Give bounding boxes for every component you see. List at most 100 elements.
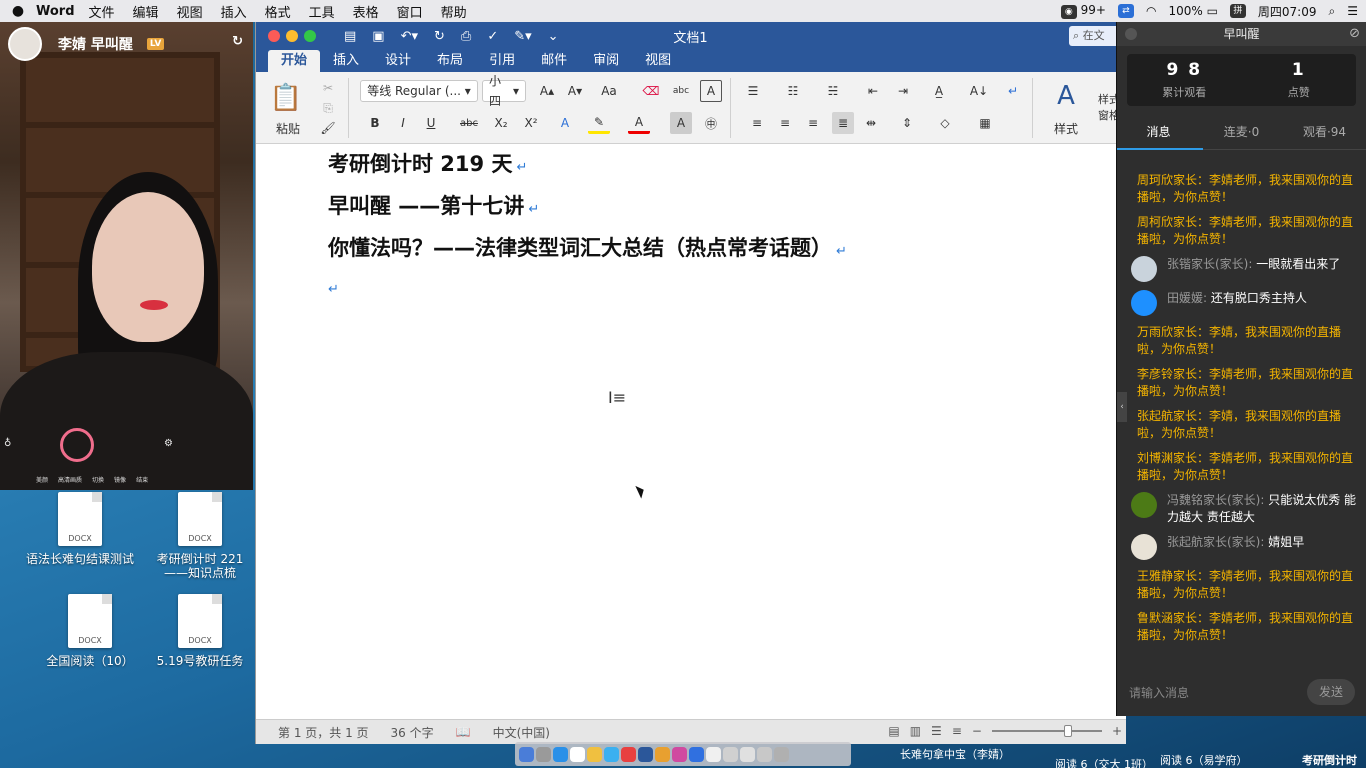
edit-icon[interactable]: ✎▾ bbox=[514, 29, 531, 44]
menu-format[interactable]: 格式 bbox=[265, 2, 291, 21]
tab-layout[interactable]: 布局 bbox=[424, 50, 476, 72]
font-name-select[interactable]: 等线 Regular (... ▾ bbox=[360, 80, 478, 102]
desktop-file[interactable]: 语法长难句结课测试 bbox=[25, 492, 135, 566]
desktop-file[interactable]: 5.19号教研任务 bbox=[145, 594, 255, 668]
desktop-file[interactable]: 考研倒计时 221 ——知识点梳 bbox=[145, 492, 255, 580]
sidebar-icon[interactable]: ▤ bbox=[344, 29, 356, 44]
borders-icon[interactable]: ▦ bbox=[974, 112, 996, 134]
language[interactable]: 中文(中国) bbox=[493, 724, 550, 741]
format-painter-icon[interactable]: 🖌 bbox=[320, 120, 336, 136]
music-icon[interactable] bbox=[672, 746, 687, 762]
paste-icon[interactable]: 📋 bbox=[266, 78, 306, 118]
document-icon[interactable] bbox=[706, 746, 721, 762]
change-case-icon[interactable]: Aa bbox=[598, 80, 620, 102]
send-button[interactable]: 发送 bbox=[1307, 679, 1355, 705]
control-quality[interactable]: 高清画质 bbox=[58, 475, 82, 484]
menu-view[interactable]: 视图 bbox=[177, 2, 203, 21]
align-right-icon[interactable]: ≡ bbox=[802, 112, 824, 134]
minimize-button[interactable] bbox=[286, 30, 298, 42]
document-icon[interactable] bbox=[757, 746, 772, 762]
document-icon[interactable] bbox=[723, 746, 738, 762]
save-icon[interactable]: ▣ bbox=[372, 29, 384, 44]
close-icon[interactable]: ⊘ bbox=[1349, 22, 1360, 46]
message-input[interactable]: 请输入消息 bbox=[1129, 684, 1307, 701]
show-marks-icon[interactable]: ↵ bbox=[1002, 80, 1024, 102]
calendar-icon[interactable] bbox=[570, 746, 585, 762]
phonetic-guide-icon[interactable]: abc bbox=[670, 80, 692, 102]
strikethrough-button[interactable]: abc bbox=[458, 112, 480, 134]
justify-icon[interactable]: ≣ bbox=[832, 112, 854, 134]
font-color-icon[interactable]: A bbox=[628, 112, 650, 134]
document-icon[interactable] bbox=[740, 746, 755, 762]
clock[interactable]: 周四07:09 bbox=[1258, 3, 1317, 20]
redo-icon[interactable]: ↻ bbox=[434, 29, 445, 44]
tab-references[interactable]: 引用 bbox=[476, 50, 528, 72]
zoom-button[interactable] bbox=[304, 30, 316, 42]
shrink-font-icon[interactable]: A▾ bbox=[564, 80, 586, 102]
photos-icon[interactable] bbox=[587, 746, 602, 762]
tab-co-host[interactable]: 连麦·0 bbox=[1200, 123, 1283, 140]
finder-icon[interactable] bbox=[519, 746, 534, 762]
zoom-slider[interactable] bbox=[991, 725, 1102, 737]
grow-font-icon[interactable]: A▴ bbox=[536, 80, 558, 102]
menu-table[interactable]: 表格 bbox=[353, 2, 379, 21]
superscript-button[interactable]: X² bbox=[520, 112, 542, 134]
refresh-icon[interactable]: ↻ bbox=[232, 34, 243, 49]
search-icon[interactable]: ⌕ bbox=[1329, 4, 1336, 19]
settings-icon[interactable]: ⚙ bbox=[164, 438, 173, 449]
align-center-icon[interactable]: ≡ bbox=[774, 112, 796, 134]
tab-viewers[interactable]: 观看·94 bbox=[1283, 123, 1366, 140]
web-layout-icon[interactable]: ▥ bbox=[910, 724, 921, 738]
control-mirror[interactable]: 镜像 bbox=[114, 475, 126, 484]
control-beauty[interactable]: 美颜 bbox=[36, 475, 48, 484]
outline-icon[interactable]: ☰ bbox=[931, 724, 942, 738]
spellcheck-icon[interactable]: ✓ bbox=[487, 29, 498, 44]
underline-button[interactable]: U bbox=[420, 112, 442, 134]
highlight-icon[interactable]: ✎ bbox=[588, 112, 610, 134]
sort-icon[interactable]: A↓ bbox=[968, 80, 990, 102]
tab-view[interactable]: 视图 bbox=[632, 50, 684, 72]
app-icon[interactable] bbox=[621, 746, 636, 762]
safari-icon[interactable] bbox=[553, 746, 568, 762]
zoom-out-icon[interactable]: − bbox=[972, 724, 982, 738]
italic-button[interactable]: I bbox=[392, 112, 414, 134]
notification-icon[interactable]: ◉ 99+ bbox=[1060, 3, 1106, 19]
app-icon[interactable] bbox=[689, 746, 704, 762]
trash-icon[interactable] bbox=[774, 746, 789, 762]
control-switch[interactable]: 切换 bbox=[92, 475, 104, 484]
user-avatar[interactable] bbox=[1131, 256, 1157, 282]
zoom-in-icon[interactable]: + bbox=[1112, 724, 1122, 738]
user-avatar[interactable] bbox=[1131, 492, 1157, 518]
word-icon[interactable] bbox=[638, 746, 653, 762]
app-menu[interactable]: Word bbox=[36, 4, 75, 19]
user-avatar[interactable] bbox=[1131, 290, 1157, 316]
char-shading-icon[interactable]: A bbox=[670, 112, 692, 134]
clear-format-icon[interactable]: ⌫ bbox=[640, 80, 662, 102]
subscript-button[interactable]: X₂ bbox=[490, 112, 512, 134]
bold-button[interactable]: B bbox=[364, 112, 386, 134]
asian-layout-icon[interactable]: A̲ bbox=[928, 80, 950, 102]
menu-tools[interactable]: 工具 bbox=[309, 2, 335, 21]
zoom-knob[interactable] bbox=[1063, 725, 1072, 737]
input-method-icon[interactable]: 拼 bbox=[1229, 4, 1246, 18]
tab-messages[interactable]: 消息 bbox=[1117, 123, 1200, 140]
desktop-file[interactable]: 全国阅读（10） bbox=[35, 594, 145, 668]
app-icon[interactable] bbox=[655, 746, 670, 762]
bullets-icon[interactable]: ☰ bbox=[742, 80, 764, 102]
print-layout-icon[interactable]: ▤ bbox=[888, 724, 899, 738]
menu-insert[interactable]: 插入 bbox=[221, 2, 247, 21]
line-spacing-icon[interactable]: ⇕ bbox=[896, 112, 918, 134]
menu-file[interactable]: 文件 bbox=[89, 2, 115, 21]
close-button[interactable] bbox=[268, 30, 280, 42]
undo-icon[interactable]: ↶▾ bbox=[401, 29, 418, 44]
numbering-icon[interactable]: ☷ bbox=[782, 80, 804, 102]
draft-icon[interactable]: ≡ bbox=[952, 724, 962, 738]
window-dot-icon[interactable] bbox=[1125, 28, 1137, 40]
appstore-icon[interactable] bbox=[604, 746, 619, 762]
print-icon[interactable]: ⎙ bbox=[461, 29, 471, 44]
styles-icon[interactable]: A bbox=[1044, 78, 1088, 114]
increase-indent-icon[interactable]: ⇥ bbox=[892, 80, 914, 102]
record-button[interactable] bbox=[60, 428, 94, 462]
list-icon[interactable]: ☰ bbox=[1347, 4, 1358, 18]
menu-edit[interactable]: 编辑 bbox=[133, 2, 159, 21]
